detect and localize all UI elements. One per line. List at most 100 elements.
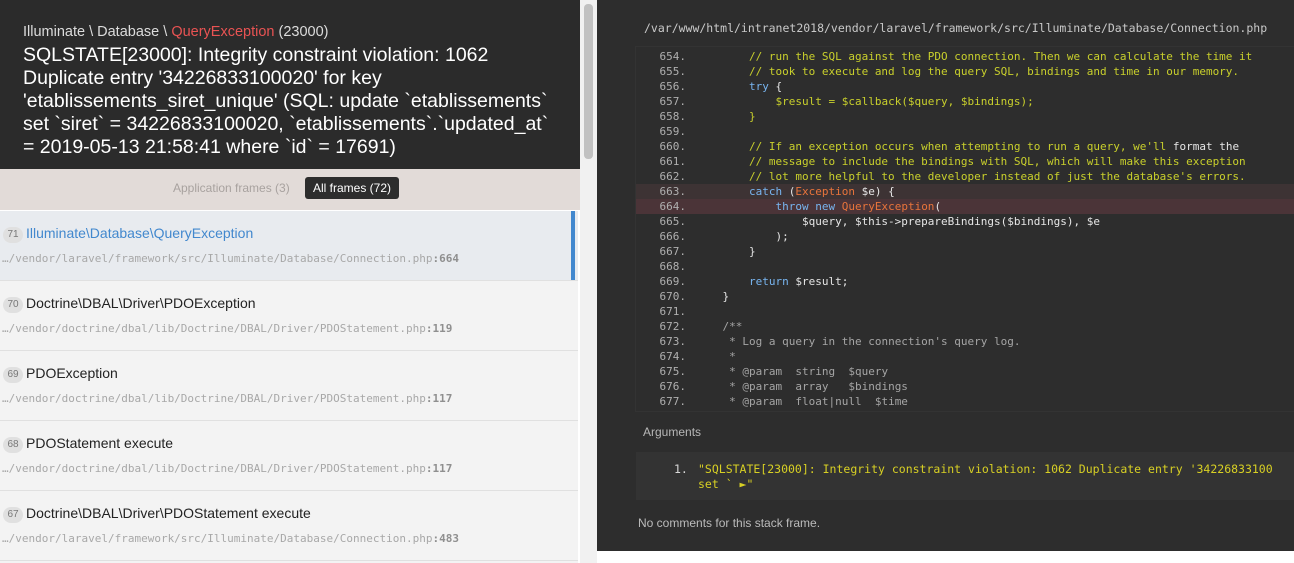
- frame-class: PDOException: [26, 365, 118, 381]
- exception-header: Illuminate \ Database \ QueryException (…: [0, 0, 580, 169]
- argument-index: 1.: [674, 462, 688, 476]
- code-token: $e) {: [854, 185, 895, 198]
- line-number: 676.: [659, 380, 687, 393]
- frame-item-69[interactable]: 69 PDOException …/vendor/doctrine/dbal/l…: [0, 351, 578, 421]
- code-line: 669. return $result;: [636, 274, 1294, 289]
- line-number: 658.: [659, 110, 687, 123]
- code-line: 670. }: [636, 289, 1294, 304]
- comments-note: No comments for this stack frame.: [638, 516, 821, 530]
- exception-class-name: QueryException: [171, 24, 275, 40]
- line-number: 654.: [659, 50, 687, 63]
- code-file-path: /var/www/html/intranet2018/vendor/larave…: [644, 21, 1268, 35]
- frame-index: 71: [3, 227, 23, 243]
- code-token: // If an exception occurs when attemptin…: [748, 140, 1167, 153]
- details-panel: /var/www/html/intranet2018/vendor/larave…: [597, 0, 1294, 551]
- code-token: try: [748, 80, 769, 93]
- frame-item-67[interactable]: 67 Doctrine\DBAL\Driver\PDOStatement exe…: [0, 491, 578, 561]
- code-token: * @return void: [729, 410, 822, 411]
- line-number: 673.: [659, 335, 687, 348]
- code-line: 678. * @return void: [636, 409, 1294, 411]
- code-token: * @param float|null $time: [729, 395, 908, 408]
- code-line: 675. * @param string $query: [636, 364, 1294, 379]
- line-number: 656.: [659, 80, 687, 93]
- frame-item-70[interactable]: 70 Doctrine\DBAL\Driver\PDOException …/v…: [0, 281, 578, 351]
- frame-filter-bar: Application frames (3) All frames (72): [0, 169, 580, 210]
- line-number: 667.: [659, 245, 687, 258]
- code-token: // lot more helpful to the developer ins…: [748, 170, 1246, 183]
- code-line: 673. * Log a query in the connection's q…: [636, 334, 1294, 349]
- line-number: 678.: [636, 409, 696, 411]
- code-token: (: [934, 200, 942, 213]
- code-token: catch: [748, 185, 783, 198]
- line-number: 664.: [659, 200, 687, 213]
- left-scrollbar-thumb[interactable]: [584, 4, 593, 159]
- code-line: 665. $query, $this->prepareBindings($bin…: [636, 214, 1294, 229]
- argument-value-continued[interactable]: set ` ►": [698, 477, 753, 491]
- code-token: (: [782, 185, 796, 198]
- code-token: Exception: [795, 185, 855, 198]
- code-line: 664. throw new QueryException(: [636, 199, 1294, 214]
- code-line: 660. // If an exception occurs when atte…: [636, 139, 1294, 154]
- code-line: 658. }: [636, 109, 1294, 124]
- line-number: 663.: [659, 185, 687, 198]
- exception-namespace: Illuminate \ Database \: [23, 24, 172, 40]
- frame-file: …/vendor/laravel/framework/src/Illuminat…: [2, 252, 459, 265]
- code-token: * @param array $bindings: [729, 380, 908, 393]
- code-line: 672. /**: [636, 319, 1294, 334]
- line-number: 657.: [659, 95, 687, 108]
- code-token: /**: [722, 320, 743, 333]
- code-line: 677. * @param float|null $time: [636, 394, 1294, 409]
- code-token: }: [748, 110, 756, 123]
- line-number: 668.: [659, 260, 687, 273]
- code-token: $query, $this->prepareBindings($bindings…: [696, 215, 1100, 228]
- frame-item-68[interactable]: 68 PDOStatement execute …/vendor/doctrin…: [0, 421, 578, 491]
- all-frames-button[interactable]: All frames (72): [305, 177, 400, 199]
- line-number: 670.: [659, 290, 687, 303]
- code-token: throw new: [775, 200, 836, 213]
- code-token: }: [696, 290, 730, 303]
- line-number: 675.: [659, 365, 687, 378]
- code-token: // took to execute and log the query SQL…: [748, 65, 1240, 78]
- code-token: * @param string $query: [729, 365, 889, 378]
- line-number: 671.: [659, 305, 687, 318]
- code-token: *: [729, 350, 736, 363]
- frame-item-71[interactable]: 71 Illuminate\Database\QueryException …/…: [0, 211, 578, 281]
- code-viewer: 654. // run the SQL against the PDO conn…: [636, 47, 1294, 411]
- code-line: 663. catch (Exception $e) {: [636, 184, 1294, 199]
- application-frames-button[interactable]: Application frames (3): [165, 177, 298, 199]
- frame-class: Doctrine\DBAL\Driver\PDOStatement execut…: [26, 505, 311, 521]
- code-line: 654. // run the SQL against the PDO conn…: [636, 49, 1294, 64]
- exception-message: SQLSTATE[23000]: Integrity constraint vi…: [23, 44, 549, 158]
- code-line: 659.: [636, 124, 1294, 139]
- code-line: 656. try {: [636, 79, 1294, 94]
- code-line: 674. *: [636, 349, 1294, 364]
- code-token: // message to include the bindings with …: [748, 155, 1246, 168]
- code-token: }: [696, 245, 756, 258]
- frame-index: 68: [3, 437, 23, 453]
- code-token: $result;: [788, 275, 849, 288]
- frame-index: 67: [3, 507, 23, 523]
- frame-file: …/vendor/doctrine/dbal/lib/Doctrine/DBAL…: [2, 322, 453, 335]
- code-token: format the: [1166, 140, 1240, 153]
- code-line: 671.: [636, 304, 1294, 319]
- code-token: // run the SQL against the PDO connectio…: [748, 50, 1253, 63]
- bottom-strip: [597, 551, 1294, 563]
- frames-list: 71 Illuminate\Database\QueryException …/…: [0, 211, 578, 563]
- line-number: 655.: [659, 65, 687, 78]
- code-token: );: [696, 230, 789, 243]
- arguments-box: 1. "SQLSTATE[23000]: Integrity constrain…: [636, 452, 1294, 500]
- frame-class: PDOStatement execute: [26, 435, 174, 451]
- code-token: {: [768, 80, 783, 93]
